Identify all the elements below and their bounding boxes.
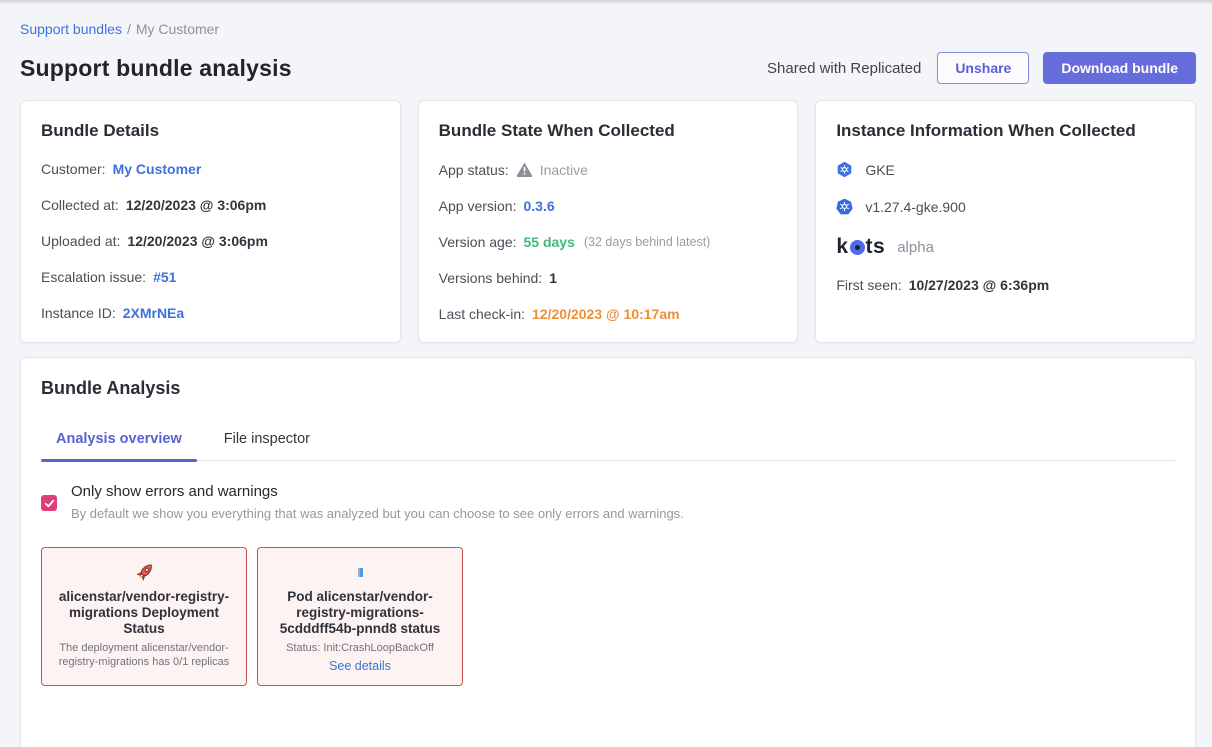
customer-row: Customer: My Customer [41,161,380,177]
version-age-note: (32 days behind latest) [584,235,710,249]
uploaded-at-row: Uploaded at: 12/20/2023 @ 3:06pm [41,233,380,249]
analysis-result-pod[interactable]: Pod alicenstar/vendor-registry-migration… [257,547,463,686]
bundle-details-card: Bundle Details Customer: My Customer Col… [20,100,401,343]
first-seen-value: 10/27/2023 @ 6:36pm [909,277,1050,293]
breadcrumb-current: My Customer [136,21,219,37]
uploaded-at-value: 12/20/2023 @ 3:06pm [127,233,268,249]
escalation-issue-row: Escalation issue: #51 [41,269,380,285]
last-checkin-row: Last check-in: 12/20/2023 @ 10:17am [439,306,778,322]
top-shadow [0,0,1212,5]
instance-info-title: Instance Information When Collected [836,121,1175,141]
distribution-row: GKE [836,161,1175,178]
last-checkin-label: Last check-in: [439,306,525,322]
unshare-button[interactable]: Unshare [937,52,1029,84]
breadcrumb: Support bundles / My Customer [20,21,1196,37]
first-seen-label: First seen: [836,277,901,293]
instance-info-card: Instance Information When Collected GKE … [815,100,1196,343]
header-actions: Shared with Replicated Unshare Download … [767,52,1196,84]
customer-link[interactable]: My Customer [113,161,202,177]
warning-icon [516,161,533,178]
version-age-label: Version age: [439,234,517,250]
kots-channel: alpha [897,239,934,256]
collected-at-row: Collected at: 12/20/2023 @ 3:06pm [41,197,380,213]
k8s-version-value: v1.27.4-gke.900 [865,199,965,215]
result-message: Status: Init:CrashLoopBackOff [268,642,452,656]
kots-logo: kts [836,235,885,259]
filter-description: By default we show you everything that w… [71,506,684,521]
app-version-link[interactable]: 0.3.6 [523,198,554,214]
see-details-link[interactable]: See details [268,659,452,673]
info-cards-row: Bundle Details Customer: My Customer Col… [20,100,1196,343]
collected-at-value: 12/20/2023 @ 3:06pm [126,197,267,213]
collected-at-label: Collected at: [41,197,119,213]
analysis-result-deployment[interactable]: alicenstar/vendor-registry-migrations De… [41,547,247,686]
shared-status-text: Shared with Replicated [767,60,921,77]
first-seen-row: First seen: 10/27/2023 @ 6:36pm [836,277,1175,293]
instance-id-link[interactable]: 2XMrNEa [123,305,184,321]
distribution-value: GKE [865,162,895,178]
analysis-results: alicenstar/vendor-registry-migrations De… [41,547,1175,686]
result-message: The deployment alicenstar/vendor-registr… [52,642,236,670]
instance-id-label: Instance ID: [41,305,116,321]
tab-analysis-overview[interactable]: Analysis overview [41,431,197,460]
page-title: Support bundle analysis [20,55,292,82]
errors-warnings-filter: Only show errors and warnings By default… [41,483,1175,521]
app-status-value: Inactive [540,162,588,178]
instance-id-row: Instance ID: 2XMrNEa [41,305,380,321]
bundle-analysis-title: Bundle Analysis [41,378,1175,399]
customer-label: Customer: [41,161,106,177]
bundle-state-title: Bundle State When Collected [439,121,778,141]
kots-row: kts alpha [836,235,1175,259]
kubernetes-icon [836,198,853,215]
versions-behind-label: Versions behind: [439,270,543,286]
app-status-label: App status: [439,162,509,178]
bundle-state-card: Bundle State When Collected App status: … [418,100,799,343]
app-status-row: App status: Inactive [439,161,778,178]
download-bundle-button[interactable]: Download bundle [1043,52,1196,84]
version-age-row: Version age: 55 days (32 days behind lat… [439,234,778,250]
result-title: Pod alicenstar/vendor-registry-migration… [268,589,452,637]
support-bundle-page: Support bundles / My Customer Support bund… [0,21,1212,747]
last-checkin-value: 12/20/2023 @ 10:17am [532,306,680,322]
page-header: Support bundle analysis Shared with Repl… [20,52,1196,84]
versions-behind-row: Versions behind: 1 [439,270,778,286]
versions-behind-value: 1 [549,270,557,286]
breadcrumb-support-bundles-link[interactable]: Support bundles [20,21,122,37]
breadcrumb-separator: / [127,21,131,37]
version-age-value: 55 days [524,234,575,250]
gke-icon [836,161,853,178]
analysis-tabs: Analysis overview File inspector [41,431,1175,461]
tab-file-inspector[interactable]: File inspector [209,431,325,460]
kots-logo-k: k [836,235,848,259]
kots-logo-ts: ts [866,235,886,259]
result-title: alicenstar/vendor-registry-migrations De… [52,589,236,637]
bundle-analysis-card: Bundle Analysis Analysis overview File i… [20,357,1196,747]
rocket-icon [52,559,236,585]
app-version-label: App version: [439,198,517,214]
only-errors-checkbox[interactable] [41,495,57,511]
filter-text-block: Only show errors and warnings By default… [71,483,684,521]
escalation-issue-label: Escalation issue: [41,269,146,285]
bundle-details-title: Bundle Details [41,121,380,141]
uploaded-at-label: Uploaded at: [41,233,120,249]
filter-label[interactable]: Only show errors and warnings [71,483,684,500]
kots-logo-o-icon [850,240,865,255]
app-version-row: App version: 0.3.6 [439,198,778,214]
escalation-issue-link[interactable]: #51 [153,269,176,285]
k8s-version-row: v1.27.4-gke.900 [836,198,1175,215]
broken-image-icon [268,559,452,585]
